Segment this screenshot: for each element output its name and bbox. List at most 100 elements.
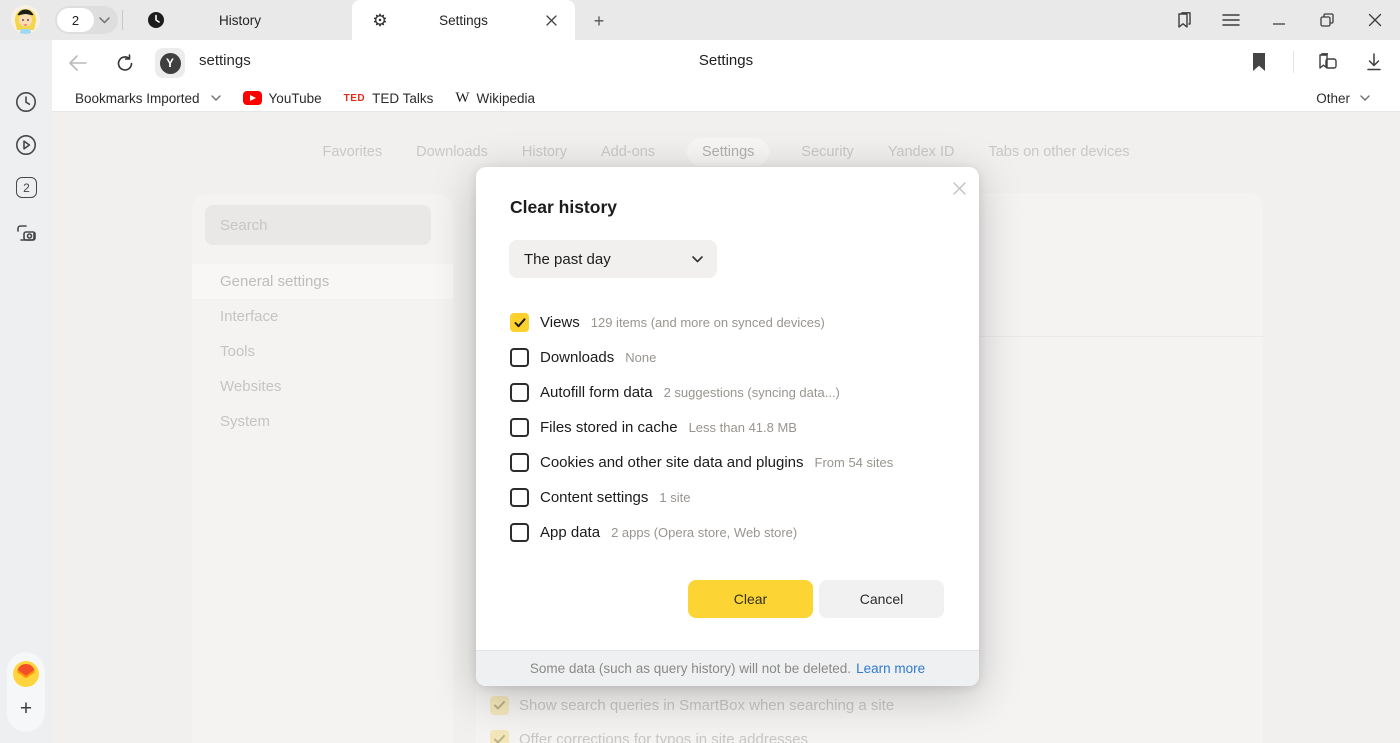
nav-yandex-id[interactable]: Yandex ID xyxy=(886,138,957,166)
chevron-down-icon xyxy=(692,256,703,263)
item-detail: 2 suggestions (syncing data...) xyxy=(664,385,840,400)
footer-note: Some data (such as query history) will n… xyxy=(530,661,851,676)
settings-sidebar-card: Search General settings Interface Tools … xyxy=(192,194,453,743)
item-detail: Less than 41.8 MB xyxy=(689,420,797,435)
bookmarks-other[interactable]: Other xyxy=(1316,91,1370,106)
bookmarks-bar: Bookmarks Imported YouTube TED TED Talks… xyxy=(52,85,1400,112)
bookmark-wikipedia[interactable]: W Wikipedia xyxy=(455,90,535,107)
row-content-settings[interactable]: Content settings 1 site xyxy=(510,480,950,515)
clear-history-dialog: Clear history The past day Views 129 ite… xyxy=(476,167,979,686)
bookmark-ted-talks[interactable]: TED TED Talks xyxy=(344,91,434,106)
site-badge[interactable]: Y xyxy=(155,48,185,78)
add-app-icon[interactable]: + xyxy=(14,697,38,721)
row-app-data[interactable]: App data 2 apps (Opera store, Web store) xyxy=(510,515,950,550)
sidebar-item-tools[interactable]: Tools xyxy=(192,334,453,369)
bookmark-youtube[interactable]: YouTube xyxy=(243,91,322,106)
setting-label: Offer corrections for typos in site addr… xyxy=(519,731,808,743)
nav-tabs-other-devices[interactable]: Tabs on other devices xyxy=(986,138,1131,166)
clear-items-list: Views 129 items (and more on synced devi… xyxy=(510,305,950,550)
sidebar-item-system[interactable]: System xyxy=(192,404,453,439)
minimize-icon[interactable] xyxy=(1268,9,1290,31)
nav-settings[interactable]: Settings xyxy=(687,138,769,166)
cancel-button[interactable]: Cancel xyxy=(819,580,944,618)
sidebar-tab-count: 2 xyxy=(23,181,30,195)
checkbox-checked-dimmed[interactable] xyxy=(490,696,509,715)
avatar-girl-icon xyxy=(11,5,40,34)
close-tab-icon[interactable] xyxy=(541,10,561,30)
tab-history[interactable]: History xyxy=(128,0,352,40)
history-sidebar-icon[interactable] xyxy=(14,90,38,114)
row-views[interactable]: Views 129 items (and more on synced devi… xyxy=(510,305,950,340)
back-icon[interactable] xyxy=(66,51,90,75)
item-label: Files stored in cache xyxy=(540,419,678,436)
settings-nav: Favorites Downloads History Add-ons Sett… xyxy=(52,138,1400,166)
tab-settings[interactable]: ⚙ Settings xyxy=(352,0,575,40)
tabs-panel-icon[interactable]: 2 xyxy=(16,177,37,198)
close-dialog-icon[interactable] xyxy=(948,177,970,199)
yandex-mail-icon[interactable] xyxy=(13,661,39,687)
window-controls xyxy=(1172,0,1392,40)
setting-typo-corrections[interactable]: Offer corrections for typos in site addr… xyxy=(490,730,808,743)
chevron-down-icon[interactable] xyxy=(99,17,110,24)
reload-icon[interactable] xyxy=(113,51,137,75)
dialog-title: Clear history xyxy=(510,197,617,218)
bookmarks-folder[interactable]: Bookmarks Imported xyxy=(75,91,221,106)
row-cookies[interactable]: Cookies and other site data and plugins … xyxy=(510,445,950,480)
nav-add-ons[interactable]: Add-ons xyxy=(599,138,657,166)
time-period-value: The past day xyxy=(524,251,611,268)
checkbox-cache[interactable] xyxy=(510,418,529,437)
yandex-favicon: Y xyxy=(160,53,181,74)
item-detail: 2 apps (Opera store, Web store) xyxy=(611,525,797,540)
item-detail: None xyxy=(625,350,656,365)
profile-avatar[interactable] xyxy=(11,5,40,34)
item-label: Content settings xyxy=(540,489,648,506)
checkbox-autofill[interactable] xyxy=(510,383,529,402)
media-play-icon[interactable] xyxy=(14,133,38,157)
nav-downloads[interactable]: Downloads xyxy=(414,138,490,166)
close-window-icon[interactable] xyxy=(1364,9,1386,31)
side-panel-icon[interactable] xyxy=(1172,9,1194,31)
chevron-down-icon xyxy=(211,95,221,101)
checkbox-checked-dimmed[interactable] xyxy=(490,730,509,743)
menu-icon[interactable] xyxy=(1220,9,1242,31)
collections-icon[interactable] xyxy=(1316,50,1340,74)
nav-security[interactable]: Security xyxy=(799,138,855,166)
clear-button[interactable]: Clear xyxy=(688,580,813,618)
tab-group-pill[interactable]: 2 xyxy=(55,6,118,34)
restore-icon[interactable] xyxy=(1316,9,1338,31)
sidebar-item-general-settings[interactable]: General settings xyxy=(192,264,453,299)
learn-more-link[interactable]: Learn more xyxy=(856,661,925,676)
checkbox-content-settings[interactable] xyxy=(510,488,529,507)
sidebar-item-websites[interactable]: Websites xyxy=(192,369,453,404)
checkbox-downloads[interactable] xyxy=(510,348,529,367)
wikipedia-icon: W xyxy=(455,90,469,107)
bookmark-label: Wikipedia xyxy=(477,91,536,106)
toolbar-right-icons xyxy=(1247,50,1386,74)
time-period-select[interactable]: The past day xyxy=(509,240,717,278)
row-cache[interactable]: Files stored in cache Less than 41.8 MB xyxy=(510,410,950,445)
item-label: Autofill form data xyxy=(540,384,653,401)
tab-count-badge: 2 xyxy=(57,8,94,32)
download-icon[interactable] xyxy=(1362,50,1386,74)
new-tab-button[interactable]: + xyxy=(586,8,612,34)
row-downloads[interactable]: Downloads None xyxy=(510,340,950,375)
nav-favorites[interactable]: Favorites xyxy=(320,138,384,166)
row-autofill[interactable]: Autofill form data 2 suggestions (syncin… xyxy=(510,375,950,410)
address-bar-text[interactable]: settings xyxy=(199,52,251,69)
nav-history[interactable]: History xyxy=(520,138,569,166)
screenshot-icon[interactable] xyxy=(14,221,38,245)
bookmark-icon[interactable] xyxy=(1247,50,1271,74)
bookmark-label: YouTube xyxy=(269,91,322,106)
checkbox-app-data[interactable] xyxy=(510,523,529,542)
setting-smartbox-queries[interactable]: Show search queries in SmartBox when sea… xyxy=(490,696,894,715)
settings-search-input[interactable]: Search xyxy=(205,205,431,245)
checkbox-views[interactable] xyxy=(510,313,529,332)
dialog-buttons: Clear Cancel xyxy=(476,580,979,618)
item-label: Downloads xyxy=(540,349,614,366)
chevron-down-icon xyxy=(1360,95,1370,101)
sidebar-item-interface[interactable]: Interface xyxy=(192,299,453,334)
bookmarks-folder-label: Bookmarks Imported xyxy=(75,91,200,106)
checkbox-cookies[interactable] xyxy=(510,453,529,472)
item-detail: From 54 sites xyxy=(815,455,894,470)
youtube-icon xyxy=(243,91,262,105)
